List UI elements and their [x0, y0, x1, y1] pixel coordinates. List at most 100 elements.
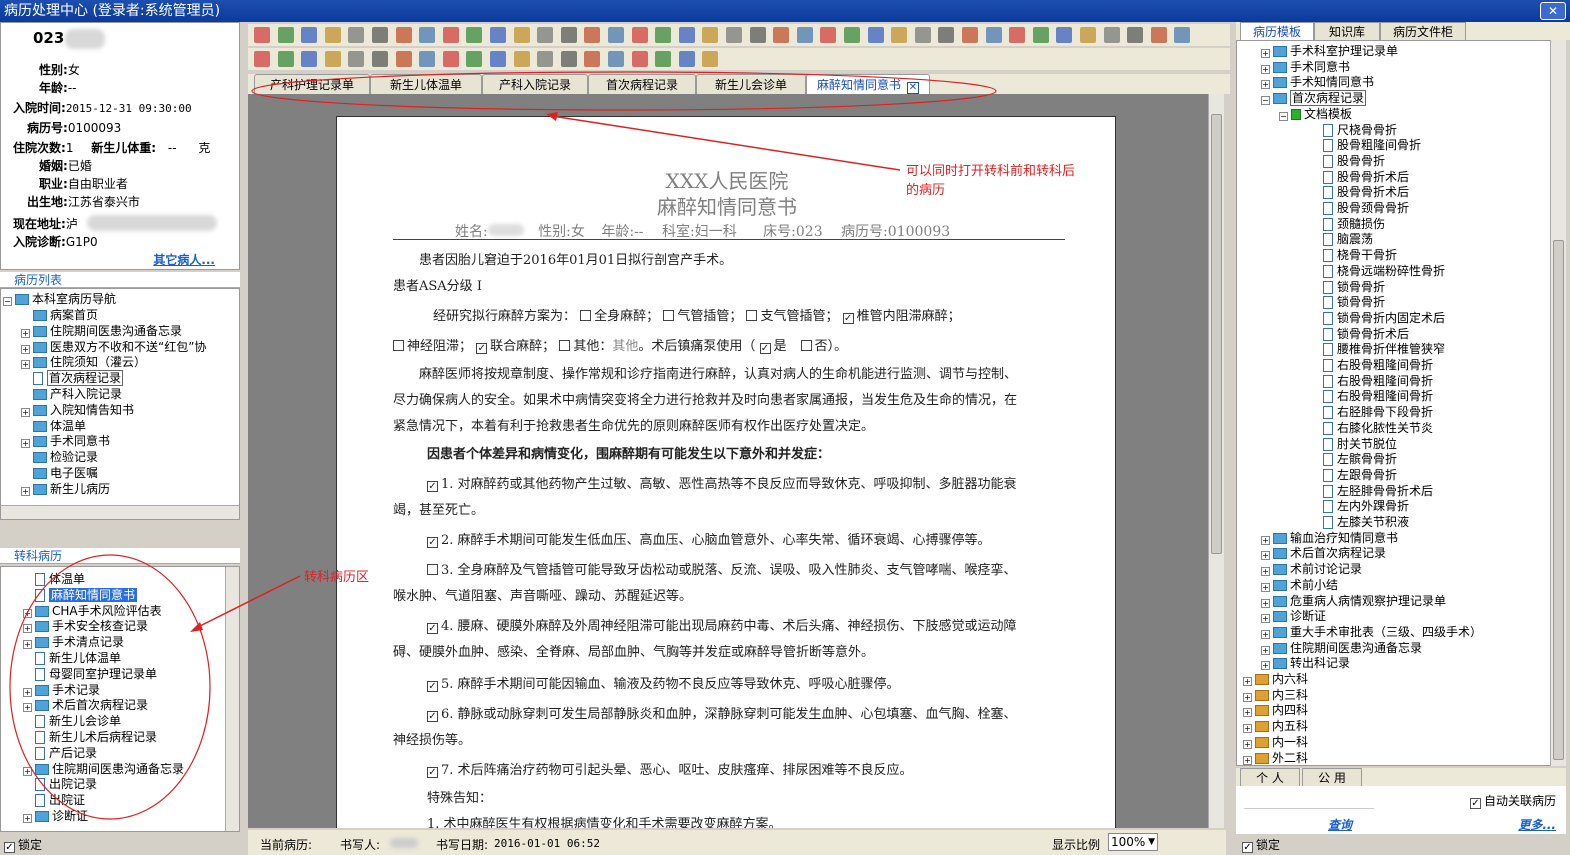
tab-document[interactable]: 产科护理记录单 [254, 74, 370, 94]
toolbar-button-icon[interactable] [254, 27, 270, 43]
template-tree-item[interactable]: 右股骨粗隆间骨折 [1311, 357, 1433, 373]
zoom-select[interactable]: 100% ▼ [1108, 833, 1158, 851]
template-tree-item[interactable]: 右股骨粗隆间骨折 [1311, 373, 1433, 389]
expand-icon[interactable]: − [1261, 96, 1270, 106]
checkbox-risk-5[interactable]: ✓ [427, 681, 438, 692]
toolbar-button-icon[interactable] [1080, 27, 1096, 43]
toolbar-button-icon[interactable] [796, 27, 813, 43]
transfer-list-item[interactable]: 出院证 [23, 792, 85, 808]
toolbar-button-icon[interactable] [820, 27, 837, 43]
doc-list-item[interactable]: 产科入院记录 [21, 386, 122, 402]
template-tree-item[interactable]: 右股骨粗隆间骨折 [1311, 388, 1433, 404]
checkbox-tube[interactable] [663, 310, 675, 321]
checkbox-risk-6[interactable]: ✓ [427, 711, 438, 722]
doc-list-header[interactable]: 病历列表 [0, 272, 240, 288]
template-tree-item[interactable]: 左胫腓骨骨折术后 [1311, 483, 1433, 499]
lock-checkbox-left[interactable]: ✓ 锁定 [4, 836, 42, 853]
doc-list-item[interactable]: 首次病程记录 [21, 370, 124, 387]
checkbox-other[interactable] [559, 340, 571, 351]
close-icon[interactable]: ✕ [907, 82, 919, 94]
template-tree-item[interactable]: + 内三科 [1243, 687, 1308, 703]
toolbar-button-icon[interactable] [726, 27, 742, 43]
template-tree-item[interactable]: 锁骨骨折术后 [1311, 326, 1409, 342]
template-tree-item[interactable]: 锁骨骨折内固定术后 [1311, 310, 1445, 326]
transfer-list-vscroll[interactable] [225, 567, 239, 831]
expand-icon[interactable]: + [1261, 535, 1270, 545]
transfer-list-item[interactable]: 产后记录 [23, 745, 97, 761]
editor-vscroll[interactable] [1208, 94, 1224, 828]
template-tree-item[interactable]: + 手术科室护理记录单 [1261, 43, 1398, 59]
expand-icon[interactable]: + [1243, 724, 1252, 734]
tab-document[interactable]: 麻醉知情同意书 ✕ [806, 74, 930, 94]
expand-icon[interactable]: + [1261, 614, 1270, 624]
expand-icon[interactable]: + [1243, 739, 1252, 749]
checkbox-risk-1[interactable]: ✓ [427, 481, 438, 492]
search-link[interactable]: 查询 [1328, 816, 1352, 833]
expand-icon[interactable]: + [1243, 677, 1252, 686]
expand-icon[interactable]: + [1261, 80, 1270, 90]
template-tree-item[interactable]: + 术后首次病程记录 [1261, 545, 1386, 561]
template-tree-item[interactable]: + 诊断证 [1261, 608, 1326, 624]
template-tree-item[interactable]: + 外二科 [1243, 750, 1308, 766]
toolbar-button-icon[interactable] [466, 51, 483, 67]
expand-icon[interactable]: + [23, 640, 32, 650]
expand-icon[interactable]: + [1261, 64, 1270, 74]
expand-icon[interactable]: + [1261, 645, 1270, 655]
lock-checkbox-right[interactable]: ✓ 锁定 [1242, 836, 1280, 853]
expand-icon[interactable]: + [23, 608, 32, 618]
doc-list-item[interactable]: 检验记录 [21, 449, 98, 465]
template-tree-item[interactable]: 锁骨骨折 [1311, 294, 1385, 310]
toolbar-button-icon[interactable] [702, 51, 719, 67]
toolbar-button-icon[interactable] [560, 51, 577, 67]
toolbar-button-icon[interactable] [277, 27, 294, 43]
toolbar-button-icon[interactable] [773, 27, 790, 43]
document-page[interactable]: XXX人民医院 麻醉知情同意书 姓名: 性别:女 年龄:-- 科室:妇一科 床号… [336, 116, 1116, 828]
transfer-list-item[interactable]: 新生儿体温单 [23, 650, 121, 666]
expand-icon[interactable]: − [1279, 111, 1288, 121]
toolbar-button-icon[interactable] [962, 27, 978, 43]
toolbar-button-icon[interactable] [372, 27, 388, 43]
template-tree-item[interactable]: − 文档模板 [1279, 106, 1352, 122]
template-tree-item[interactable]: + 内五科 [1243, 718, 1308, 734]
toolbar-button-icon[interactable] [891, 27, 908, 43]
toolbar-button-icon[interactable] [938, 27, 955, 43]
checkbox-risk-3[interactable] [427, 564, 438, 575]
template-tree-item[interactable]: + 重大手术审批表（三级、四级手术） [1261, 624, 1482, 640]
toolbar-button-icon[interactable] [277, 51, 294, 67]
tab-document[interactable]: 新生儿体温单 [370, 74, 482, 94]
toolbar-button-icon[interactable] [254, 51, 270, 67]
expand-icon[interactable]: + [23, 814, 32, 823]
toolbar-button-icon[interactable] [324, 27, 341, 43]
template-tree-item[interactable]: 桡骨干骨折 [1311, 247, 1397, 263]
template-tree-item[interactable]: 腰椎骨折伴椎管狭窄 [1311, 341, 1445, 357]
template-tree-item[interactable]: 肘关节脱位 [1311, 436, 1397, 452]
toolbar-button-icon[interactable] [301, 51, 318, 67]
toolbar-button-icon[interactable] [560, 27, 577, 43]
other-patient-link[interactable]: 其它病人... [153, 251, 215, 268]
doc-list-item[interactable]: + 住院须知（灌云） [21, 354, 146, 370]
expand-icon[interactable]: + [1261, 629, 1270, 639]
toolbar-button-icon[interactable] [867, 27, 884, 43]
expand-icon[interactable]: + [1261, 567, 1270, 577]
template-tree-item[interactable]: 左髌骨骨折 [1311, 451, 1397, 467]
toolbar-button-icon[interactable] [490, 27, 506, 43]
right-tab[interactable]: 病历模板 [1240, 22, 1314, 40]
toolbar-button-icon[interactable] [395, 51, 412, 67]
toolbar-button-icon[interactable] [372, 51, 388, 67]
toolbar-button-icon[interactable] [324, 51, 341, 67]
doc-list-item[interactable]: + 手术同意书 [21, 433, 110, 449]
checkbox-risk-4[interactable]: ✓ [427, 623, 438, 634]
toolbar-button-icon[interactable] [749, 27, 766, 43]
expand-icon[interactable]: + [1261, 49, 1270, 58]
checkbox-icon[interactable]: ✓ [1469, 798, 1481, 809]
template-tree-item[interactable]: + 转出科记录 [1261, 655, 1350, 671]
template-tree-item[interactable]: 股骨粗隆间骨折 [1311, 137, 1421, 153]
toolbar-button-icon[interactable] [442, 51, 459, 67]
toolbar-button-icon[interactable] [844, 27, 860, 43]
template-tree-item[interactable]: 左内外踝骨折 [1311, 498, 1409, 514]
template-tree-item[interactable]: 股骨骨折术后 [1311, 184, 1409, 200]
toolbar-button-icon[interactable] [1032, 27, 1049, 43]
template-tree-item[interactable]: 左膝关节积液 [1311, 514, 1409, 530]
toolbar-button-icon[interactable] [1150, 27, 1167, 43]
transfer-list-item[interactable]: 新生儿会诊单 [23, 713, 121, 729]
